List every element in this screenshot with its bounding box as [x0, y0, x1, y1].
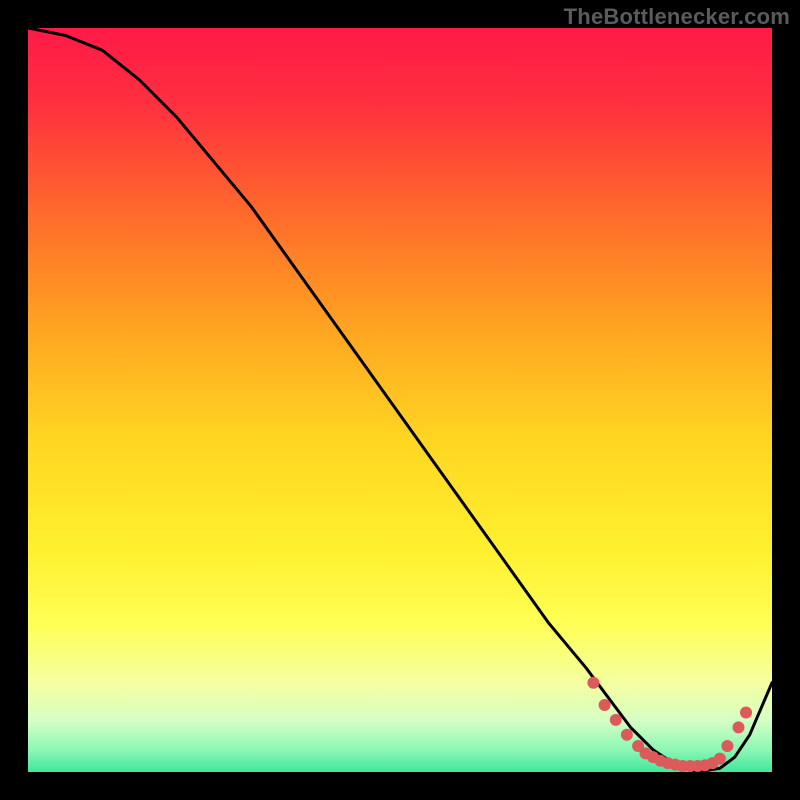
chart-svg	[28, 28, 772, 772]
highlight-dot	[714, 753, 726, 765]
watermark-text: TheBottlenecker.com	[564, 4, 790, 30]
gradient-background	[28, 28, 772, 772]
highlight-dot	[740, 707, 752, 719]
highlight-dot	[599, 699, 611, 711]
highlight-dot	[587, 677, 599, 689]
highlight-dot	[733, 721, 745, 733]
chart-plot-area	[28, 28, 772, 772]
highlight-dot	[721, 740, 733, 752]
chart-frame: TheBottlenecker.com	[0, 0, 800, 800]
highlight-dot	[621, 729, 633, 741]
highlight-dot	[610, 714, 622, 726]
